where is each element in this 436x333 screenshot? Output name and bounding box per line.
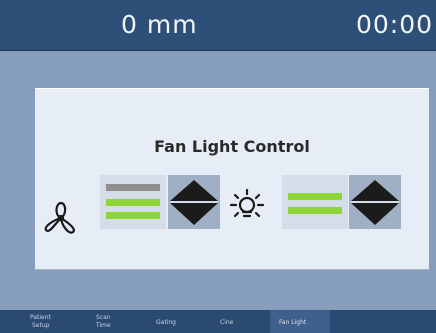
fan-level-gauge (100, 175, 166, 229)
tab-label-line1: Gating (156, 319, 176, 326)
fan-level-bar-2 (106, 199, 160, 206)
fan-level-up-arrow[interactable] (170, 180, 218, 201)
tab-gating[interactable]: Gating (150, 310, 196, 333)
tab-label-line1: Patient (30, 314, 51, 321)
fan-level-bar-1 (106, 212, 160, 219)
light-level-gauge (282, 175, 348, 229)
tab-label-line2: Setup (32, 322, 50, 329)
light-level-down-arrow[interactable] (351, 203, 399, 225)
light-level-bar-2 (288, 193, 342, 200)
fan-level-bar-3 (106, 184, 160, 191)
tab-label-line1: Cine (220, 319, 234, 326)
light-level-bar-1 (288, 207, 342, 214)
fan-level-stepper[interactable] (168, 175, 220, 229)
tab-cine[interactable]: Cine (210, 310, 256, 333)
light-bulb-icon (229, 188, 265, 218)
time-readout: 00:00 (355, 10, 433, 39)
fan-level-down-arrow[interactable] (170, 203, 218, 225)
tab-fan-light[interactable]: Fan Light (270, 310, 330, 333)
bottom-tab-bar: Patient Setup Scan Time Gating Cine Fan … (0, 310, 436, 333)
header-bar: 0 mm 00:00 (0, 0, 436, 51)
fan-icon (44, 201, 75, 234)
tab-label-line2: Time (96, 322, 111, 329)
tab-patient-setup[interactable]: Patient Setup (30, 310, 86, 333)
tab-label-line1: Fan Light (279, 319, 307, 326)
panel-title: Fan Light Control (154, 137, 310, 156)
tab-label-line1: Scan (96, 314, 111, 321)
light-level-up-arrow[interactable] (351, 180, 399, 201)
tab-scan-time[interactable]: Scan Time (92, 310, 142, 333)
position-readout: 0 mm (121, 10, 198, 39)
light-level-stepper[interactable] (349, 175, 401, 229)
